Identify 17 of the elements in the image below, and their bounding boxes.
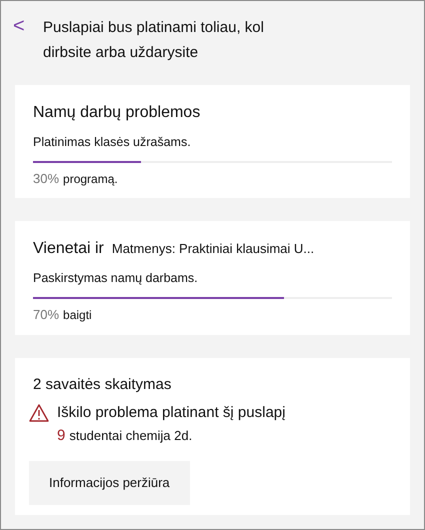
card-title-detail: Matmenys: Praktiniai klausimai U... (112, 240, 314, 258)
warning-icon (29, 404, 49, 422)
card-title: Namų darbų problemos (33, 103, 200, 123)
card-title: Vienetai ir (33, 239, 104, 260)
error-message: Iškilo problema platinant šį puslapį (57, 403, 286, 423)
back-button[interactable]: < (13, 14, 43, 38)
card-subtitle: Paskirstymas namų darbams. (33, 270, 199, 288)
details-button[interactable]: Informacijos peržiūra (29, 461, 190, 505)
card-subtitle: Platinimas klasės užrašams. (33, 134, 192, 151)
progress-status: baigti (63, 307, 92, 324)
student-count: 9 (57, 426, 66, 446)
page-title: Puslapiai bus platinami toliau, kol dirbsite arba uždarysite (43, 18, 265, 63)
card-title: 2 savaitės skaitymas (32, 374, 172, 394)
error-detail: studentai chemija 2d. (69, 426, 192, 445)
progress-status: programą. (63, 170, 118, 188)
progress-percent: 30% (33, 170, 60, 188)
progress-percent: 70% (33, 306, 60, 324)
